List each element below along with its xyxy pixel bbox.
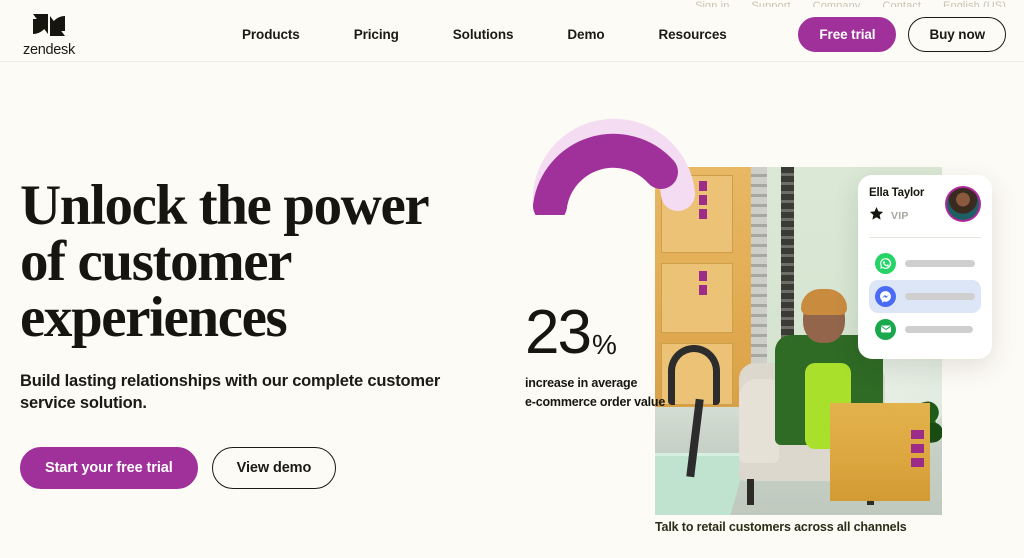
page-title: Unlock the power of customer experiences <box>20 174 490 349</box>
utility-language-select[interactable]: English (US) <box>943 0 1006 7</box>
stat-block: 23 % increase in average e-commerce orde… <box>525 302 665 413</box>
hero-section: Unlock the power of customer experiences… <box>0 62 1024 558</box>
stat-caption-line-2: e-commerce order value <box>525 395 666 410</box>
hero-title-line-3: experiences <box>20 285 288 349</box>
card-divider <box>869 236 981 238</box>
hero-copy: Unlock the power of customer experiences… <box>20 174 490 490</box>
free-trial-button[interactable]: Free trial <box>798 16 897 52</box>
nav-item-solutions[interactable]: Solutions <box>453 21 514 48</box>
hero-image-caption: Talk to retail customers across all chan… <box>655 520 907 534</box>
customer-chat-card: Ella Taylor VIP <box>858 175 992 359</box>
zendesk-logo[interactable]: zendesk <box>20 10 78 58</box>
avatar-image <box>947 188 979 220</box>
nav-actions: Free trial Buy now <box>798 16 1024 52</box>
utility-link-contact[interactable]: Contact <box>882 0 921 7</box>
star-icon <box>869 206 884 226</box>
hero-cta-group: Start your free trial View demo <box>20 447 490 490</box>
nav-item-demo[interactable]: Demo <box>567 21 604 48</box>
view-demo-button[interactable]: View demo <box>211 447 337 490</box>
zendesk-wordmark: zendesk <box>23 42 75 58</box>
message-placeholder <box>905 325 973 333</box>
stat-caption-line-1: increase in average <box>525 376 638 390</box>
buy-now-button[interactable]: Buy now <box>908 16 1006 52</box>
utility-link-support[interactable]: Support <box>751 0 790 7</box>
channel-row-email[interactable] <box>869 313 981 346</box>
avatar <box>945 186 981 222</box>
messenger-icon <box>875 285 896 307</box>
whatsapp-icon <box>875 252 896 274</box>
main-navigation: zendesk Products Pricing Solutions Demo … <box>0 7 1024 62</box>
stat-number: 23 % <box>525 302 665 364</box>
start-free-trial-button[interactable]: Start your free trial <box>20 447 198 490</box>
stat-unit: % <box>591 329 617 360</box>
message-placeholder <box>905 292 975 300</box>
message-placeholder <box>905 259 975 267</box>
nav-links: Products Pricing Solutions Demo Resource… <box>242 21 727 48</box>
channel-row-messenger[interactable] <box>869 279 981 313</box>
channel-row-whatsapp[interactable] <box>869 247 981 280</box>
stat-value: 23 <box>525 298 592 367</box>
utility-link-company[interactable]: Company <box>813 0 861 7</box>
hero-subtitle: Build lasting relationships with our com… <box>20 371 441 413</box>
hero-title-line-2: of customer <box>20 229 292 293</box>
nav-item-resources[interactable]: Resources <box>659 21 727 48</box>
stat-caption: increase in average e-commerce order val… <box>525 374 665 413</box>
utility-bar: Sign in Support Company Contact English … <box>0 0 1024 7</box>
vip-badge: VIP <box>891 209 909 222</box>
zendesk-logo-icon <box>32 10 66 40</box>
nav-item-pricing[interactable]: Pricing <box>354 21 399 48</box>
utility-link-sign-in[interactable]: Sign in <box>695 0 729 7</box>
email-icon <box>875 318 896 340</box>
nav-item-products[interactable]: Products <box>242 21 300 48</box>
hero-title-line-1: Unlock the power <box>20 174 430 237</box>
